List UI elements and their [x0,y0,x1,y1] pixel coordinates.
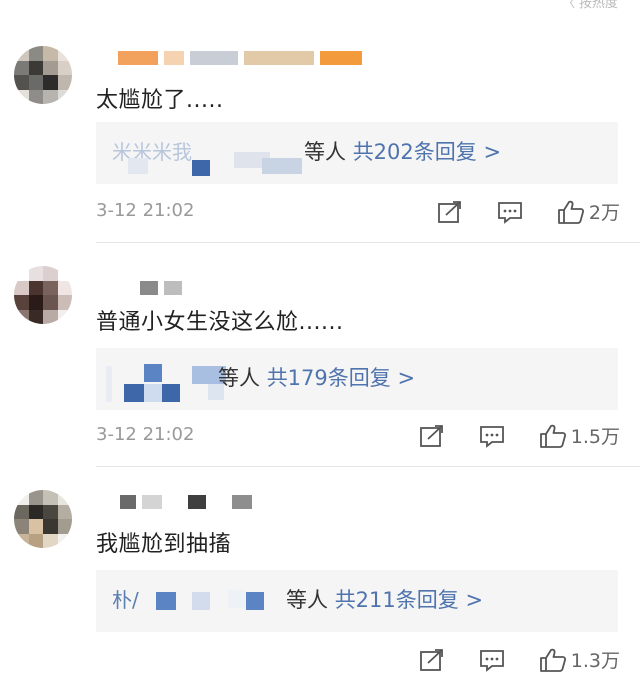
mosaic-block [156,592,176,610]
like-icon [539,424,566,448]
comment-meta: 1.3万 [96,646,620,674]
comment-actions: 1.3万 [419,646,620,673]
like-button[interactable]: 2万 [557,198,620,225]
comment-text: 我尴尬到抽搐 [96,532,232,557]
share-icon [438,200,461,223]
like-button[interactable]: 1.5万 [539,422,620,449]
comment-actions: 2万 [437,198,620,225]
reply-suffix-text: 等人 [286,588,335,612]
like-count: 1.5万 [570,426,620,448]
divider [96,466,640,467]
share-icon [419,424,443,447]
reply-preview-box[interactable]: 等人 共179条回复 > [96,348,618,410]
reply-preview-box[interactable]: 米米米我 等人 共202条回复 > [96,122,618,184]
avatar[interactable] [14,490,72,548]
share-button[interactable] [437,200,463,224]
share-button[interactable] [419,648,445,672]
reply-author-names[interactable]: 朴/ [112,584,139,613]
username-mosaic[interactable] [118,48,362,68]
comment-actions: 1.5万 [419,422,620,449]
mosaic-block [192,160,210,176]
reply-preview-box[interactable]: 朴/ 等人 共211条回复 > [96,570,618,632]
top-cutoff-link[interactable]: 〈按热度 [563,0,618,11]
comment-button[interactable] [479,648,505,672]
comment-icon [479,649,504,672]
mosaic-block [192,592,210,610]
reply-count-link[interactable]: 共202条回复 > [353,140,501,164]
reply-summary[interactable]: 等人 共211条回复 > [286,584,483,614]
mosaic-block [124,384,144,402]
like-count: 2万 [588,202,620,224]
comment-meta: 3-12 21:02 1.5万 [96,422,620,450]
reply-count-link[interactable]: 共211条回复 > [335,588,483,612]
mosaic-block [246,592,264,610]
avatar[interactable] [14,46,72,104]
username-mosaic[interactable] [140,278,182,298]
mosaic-block [128,158,148,174]
share-icon [419,648,443,671]
like-count: 1.3万 [570,650,620,672]
reply-summary[interactable]: 等人 共179条回复 > [218,362,415,392]
like-button[interactable]: 1.3万 [539,646,620,673]
reply-summary[interactable]: 等人 共202条回复 > [304,136,501,166]
comment-text: 普通小女生没这么尬...... [96,310,344,335]
comment-button[interactable] [479,424,505,448]
avatar[interactable] [14,266,72,324]
mosaic-block [228,590,246,608]
share-button[interactable] [419,424,445,448]
reply-suffix-text: 等人 [304,140,353,164]
comment-meta: 3-12 21:02 2万 [96,198,620,226]
mosaic-block [106,366,112,402]
divider [96,242,640,243]
username-mosaic[interactable] [120,492,252,512]
reply-suffix-text: 等人 [218,366,267,390]
like-icon [539,648,566,672]
timestamp: 3-12 21:02 [96,424,195,445]
mosaic-block [262,158,302,174]
reply-count-link[interactable]: 共179条回复 > [267,366,415,390]
timestamp: 3-12 21:02 [96,200,195,221]
comment-button[interactable] [497,200,523,224]
reply-author-names[interactable]: 米米米我 [112,136,192,165]
like-icon [558,200,584,224]
mosaic-block [144,384,162,402]
mosaic-block [144,364,162,382]
comment-icon [479,425,504,448]
comment-text: 太尴尬了..... [96,88,224,113]
mosaic-block [162,384,180,402]
comment-icon [498,201,522,224]
